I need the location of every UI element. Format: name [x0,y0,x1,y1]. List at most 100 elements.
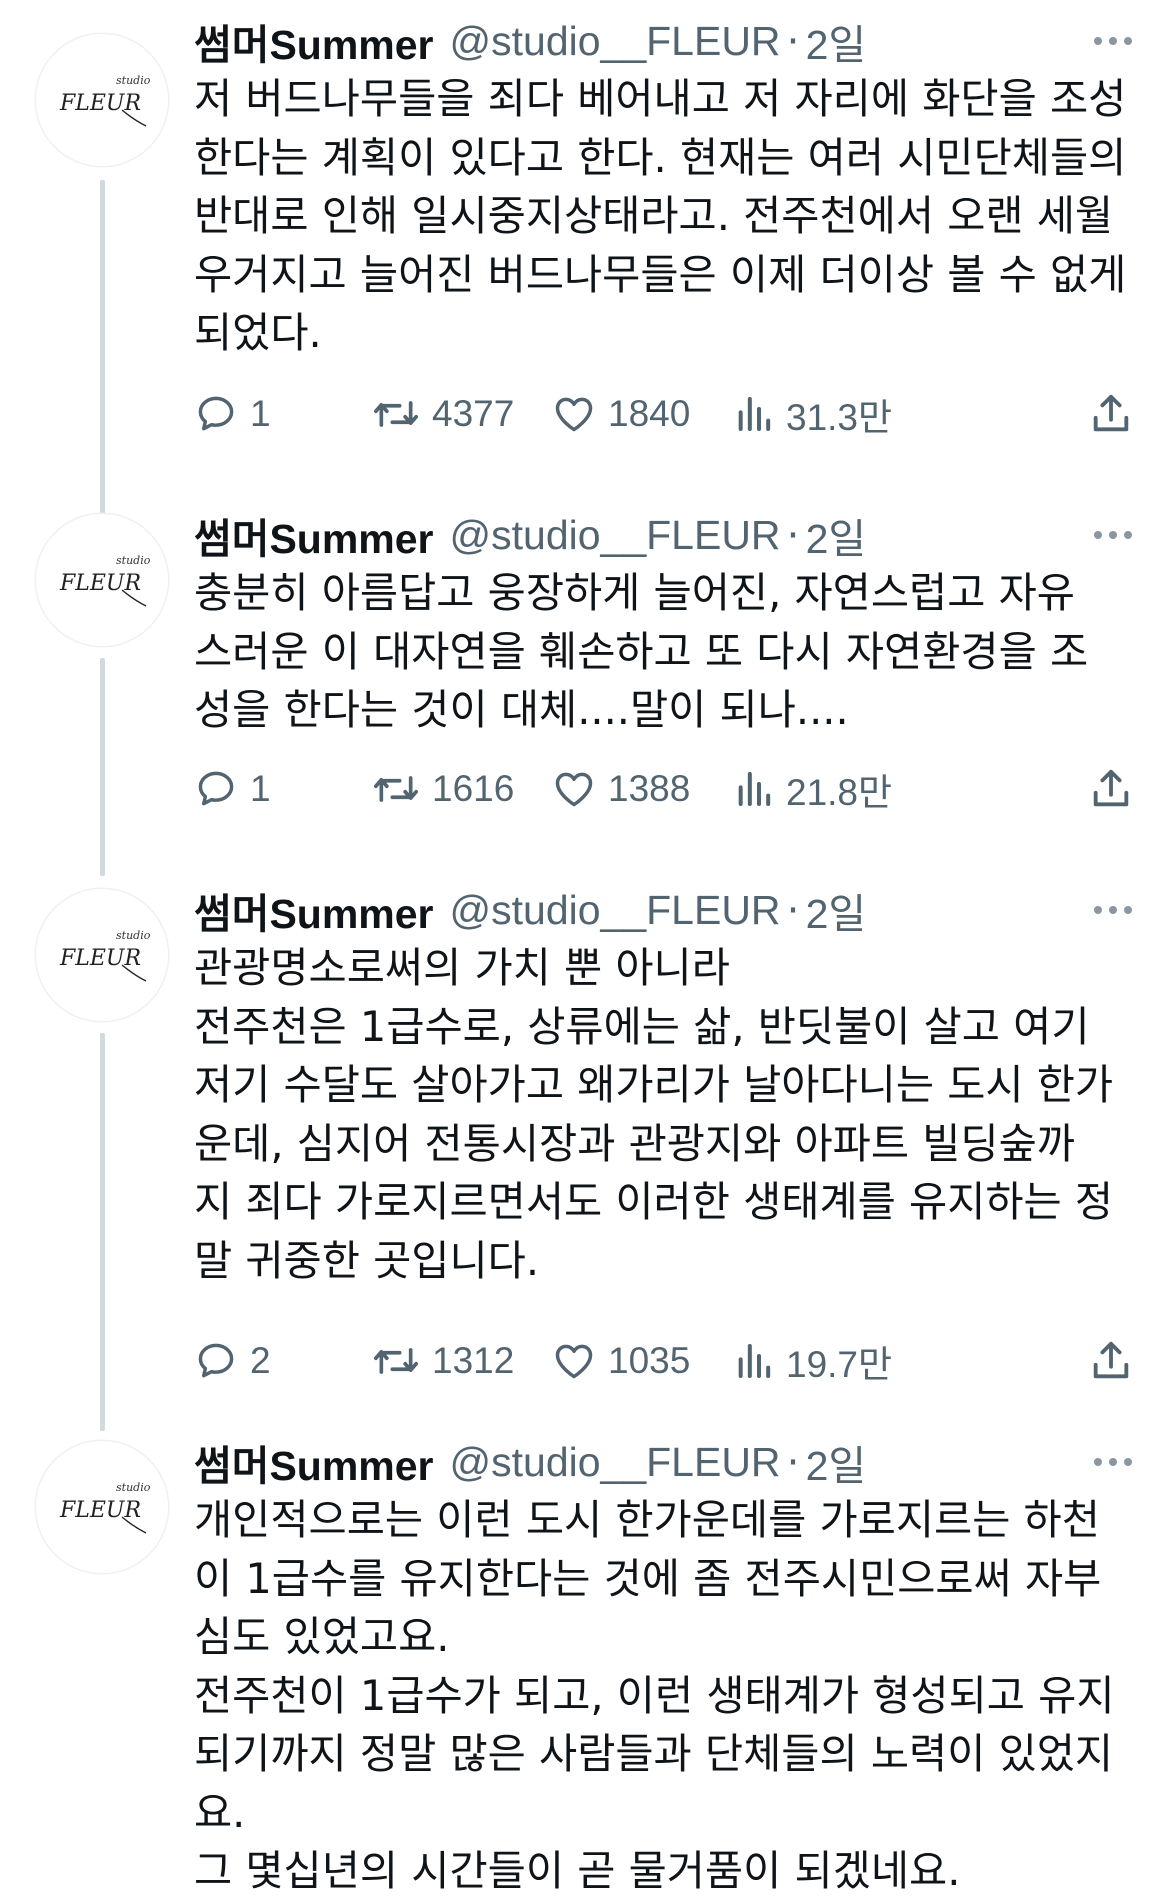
thread-line [100,180,105,514]
tweet-text-line: 되기까지 정말 많은 사람들과 단체들의 노력이 있었지 [194,1729,1114,1778]
tweet-text: 개인적으로는 이런 도시 한가운데를 가로지르는 하천 이 1급수를 유지한다는… [194,1491,1134,1901]
tweet-text-line: 한다는 계획이 있다고 한다. 현재는 여러 시민단체들의 [194,132,1127,182]
svg-text:studio: studio [116,929,151,942]
reply-icon [198,396,234,431]
tweet-text: 충분히 아름답고 웅장하게 늘어진, 자연스럽고 자유 스러운 이 대자연을 훼… [194,564,1134,740]
svg-text:FLEUR: FLEUR [59,91,141,116]
display-name[interactable]: 썸머Summer [194,505,434,565]
tweet-text-line: 반대로 인해 일시중지상태라고. 전주천에서 오랜 세월 [194,191,1114,240]
tweet[interactable]: studio FLEUR 썸머Summer @studio__FLEUR · 2… [0,1435,1170,1903]
analytics-icon [738,1344,771,1378]
reply-count: 1 [250,393,271,434]
reply-icon [198,1343,234,1378]
heart-icon [555,772,593,807]
svg-text:FLEUR: FLEUR [59,1498,141,1523]
tweet-text-line: 우거지고 늘어진 버드나무들은 이제 더이상 볼 수 없게 [194,249,1127,299]
separator-dot: · [786,886,800,934]
svg-text:FLEUR: FLEUR [59,571,141,596]
tweet-text-line: 전주천이 1급수가 되고, 이런 생태계가 형성되고 유지 [194,1670,1115,1720]
user-handle[interactable]: @studio__FLEUR [450,1439,781,1486]
retweet-icon [374,401,418,427]
avatar[interactable]: studio FLEUR [36,1441,168,1573]
tweet-header: 썸머Summer @studio__FLEUR · 2일 [194,883,866,937]
tweet-text-line: 되었다. [194,308,322,357]
retweet-button[interactable]: 4377 [372,389,514,439]
like-button[interactable]: 1840 [552,389,690,439]
reply-button[interactable]: 1 [194,389,271,439]
tweet-text-line: 충분히 아름답고 웅장하게 늘어진, 자연스럽고 자유 [194,568,1075,617]
fleur-logo: studio FLEUR [59,1481,151,1534]
views-button[interactable]: 31.3만 [734,389,892,439]
timestamp[interactable]: 2일 [806,505,867,565]
svg-text:studio: studio [116,554,151,567]
view-count: 19.7만 [786,1344,893,1385]
tweet-text: 관광명소로써의 가치 뿐 아니라 전주천은 1급수로, 상류에는 삶, 반딧불이… [194,939,1134,1290]
tweet[interactable]: studio FLEUR 썸머Summer @studio__FLEUR · 2… [0,508,1170,876]
svg-text:studio: studio [116,1481,151,1494]
tweet[interactable]: studio FLEUR 썸머Summer @studio__FLEUR · 2… [0,11,1170,514]
tweet-text-line: 저 버드나무들을 죄다 베어내고 저 자리에 화단을 조성 [194,74,1127,123]
like-button[interactable]: 1388 [552,764,690,814]
retweet-count: 1616 [432,768,515,809]
views-button[interactable]: 19.7만 [734,1336,892,1386]
tweet-actions: 1 1616 1388 21.8만 [194,764,1134,814]
tweet-text-line: 관광명소로써의 가치 뿐 아니라 [194,943,730,992]
timestamp[interactable]: 2일 [806,1432,867,1492]
share-icon [1093,769,1129,807]
share-button[interactable] [1088,1336,1134,1386]
like-button[interactable]: 1035 [552,1336,690,1386]
reply-button[interactable]: 2 [194,1336,271,1386]
fleur-logo: studio FLEUR [59,554,151,607]
tweet-text-line: 요. [194,1787,246,1837]
retweet-button[interactable]: 1312 [372,1336,514,1386]
tweet-header: 썸머Summer @studio__FLEUR · 2일 [194,508,866,562]
svg-text:FLEUR: FLEUR [59,946,141,971]
view-count: 21.8만 [786,772,893,813]
fleur-logo: studio FLEUR [59,74,151,127]
share-button[interactable] [1088,764,1134,814]
more-options-icon[interactable] [1094,883,1132,937]
display-name[interactable]: 썸머Summer [194,880,434,940]
analytics-icon [738,772,771,806]
analytics-icon [738,397,771,431]
avatar[interactable]: studio FLEUR [36,34,168,166]
tweet-text-line: 스러운 이 대자연을 훼손하고 또 다시 자연환경을 조 [194,626,1089,676]
tweet[interactable]: studio FLEUR 썸머Summer @studio__FLEUR · 2… [0,883,1170,1431]
tweet-text-line: 성을 한다는 것이 대체....말이 되나.... [194,685,849,734]
separator-dot: · [786,17,800,65]
svg-text:studio: studio [116,74,151,87]
share-button[interactable] [1088,389,1134,439]
separator-dot: · [786,1438,800,1486]
avatar[interactable]: studio FLEUR [36,514,168,646]
user-handle[interactable]: @studio__FLEUR [450,18,781,65]
like-count: 1035 [608,1340,691,1381]
views-button[interactable]: 21.8만 [734,764,892,814]
timestamp[interactable]: 2일 [806,11,867,71]
tweet-text-line: 그 몇십년의 시간들이 곧 물거품이 되겠네요. [194,1846,961,1895]
user-handle[interactable]: @studio__FLEUR [450,887,781,934]
reply-icon [198,771,234,806]
tweet-actions: 1 4377 1840 31.3만 [194,389,1134,439]
share-icon [1093,394,1129,432]
retweet-button[interactable]: 1616 [372,764,514,814]
tweet-text-line: 전주천은 1급수로, 상류에는 삶, 반딧불이 살고 여기 [194,1001,1090,1051]
heart-icon [555,1344,593,1379]
reply-button[interactable]: 1 [194,764,271,814]
more-options-icon[interactable] [1094,1435,1132,1489]
more-options-icon[interactable] [1094,508,1132,562]
tweet-header: 썸머Summer @studio__FLEUR · 2일 [194,1435,866,1489]
share-icon [1093,1341,1129,1379]
timestamp[interactable]: 2일 [806,880,867,940]
user-handle[interactable]: @studio__FLEUR [450,512,781,559]
like-count: 1840 [608,393,691,434]
avatar[interactable]: studio FLEUR [36,889,168,1021]
heart-icon [555,397,593,432]
thread-line [100,1033,105,1431]
reply-count: 2 [250,1340,271,1381]
retweet-count: 4377 [432,393,515,434]
tweet-text-line: 운데, 심지어 전통시장과 관광지와 아파트 빌딩숲까 [194,1118,1075,1168]
display-name[interactable]: 썸머Summer [194,11,434,71]
more-options-icon[interactable] [1094,14,1132,68]
tweet-text-line: 이 1급수를 유지한다는 것에 좀 전주시민으로써 자부 [194,1553,1102,1603]
display-name[interactable]: 썸머Summer [194,1432,434,1492]
